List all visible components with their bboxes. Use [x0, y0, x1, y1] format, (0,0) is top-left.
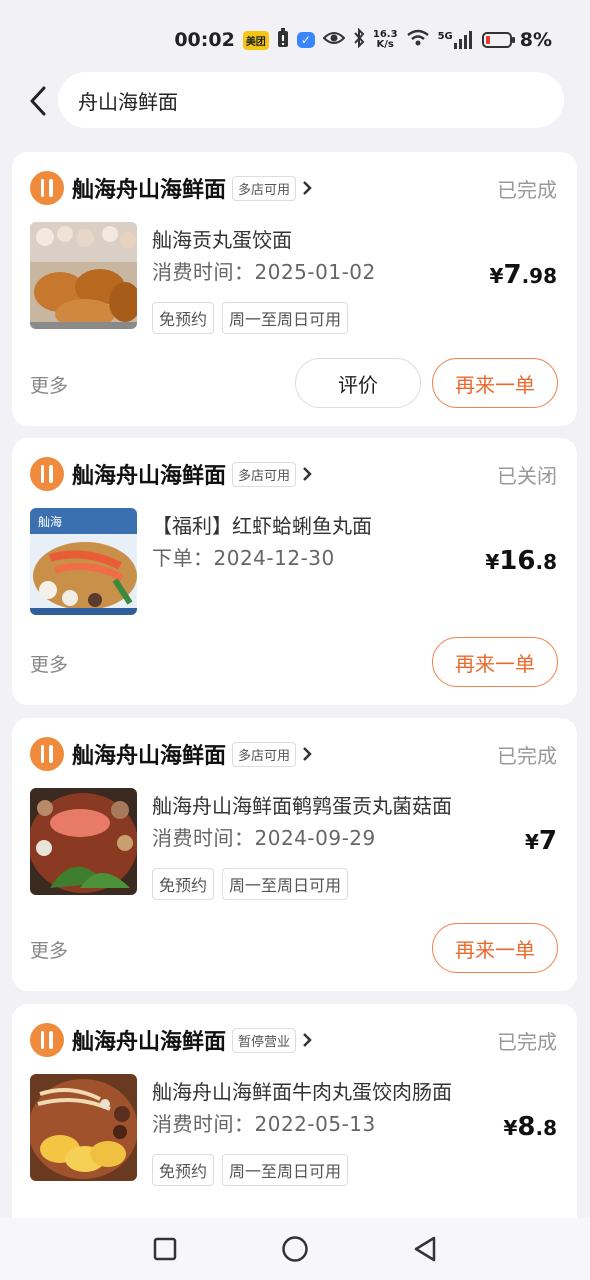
- shop-tag: 暂停营业: [232, 1027, 297, 1053]
- order-card[interactable]: 舢海舟山海鲜面 多店可用 已关闭 舢海 【福利】红虾蛤蜊鱼丸面 下单：2024-…: [12, 438, 577, 705]
- tag: 免预约: [152, 302, 215, 334]
- header: 舟山海鲜面: [0, 72, 590, 130]
- item-title: 【福利】红虾蛤蜊鱼丸面: [152, 514, 372, 538]
- price-currency: ¥: [485, 550, 500, 574]
- tag-list: 免预约 周一至周日可用: [152, 1154, 349, 1186]
- more-button[interactable]: 更多: [30, 650, 68, 677]
- shop-tag: 多店可用: [232, 175, 297, 201]
- bluetooth-icon: [353, 27, 365, 53]
- battery-icon: [481, 32, 515, 48]
- order-status: 已完成: [497, 744, 557, 768]
- square-icon: [153, 1237, 177, 1261]
- shop-name: 舢海舟山海鲜面: [72, 464, 227, 489]
- chevron-right-icon: [302, 180, 314, 196]
- shop-name: 舢海舟山海鲜面: [72, 178, 227, 203]
- app-notification-icon: ✓: [296, 32, 315, 48]
- meituan-app-badge: 美团: [242, 30, 269, 50]
- tag: 免预约: [152, 1154, 215, 1186]
- tag: 免预约: [152, 868, 215, 900]
- clock: 00:02: [174, 29, 235, 51]
- price-integer: 16: [499, 546, 536, 576]
- food-image[interactable]: [30, 788, 137, 895]
- system-back-button[interactable]: [405, 1229, 445, 1269]
- order-date: 消费时间：2024-09-29: [152, 826, 376, 850]
- shop-header[interactable]: 舢海舟山海鲜面 多店可用: [30, 736, 314, 772]
- price-integer: 7: [503, 260, 522, 290]
- order-status: 已关闭: [497, 464, 557, 488]
- cellular-signal-icon: 5G: [438, 31, 474, 49]
- shop-name: 舢海舟山海鲜面: [72, 744, 227, 769]
- order-date: 消费时间：2025-01-02: [152, 260, 376, 284]
- order-date: 下单：2024-12-30: [152, 546, 335, 570]
- home-button[interactable]: [275, 1229, 315, 1269]
- price-integer: 8: [517, 1112, 536, 1142]
- price-decimal: .8: [535, 1116, 557, 1140]
- thumb-logo: 舢海: [38, 514, 62, 529]
- price-decimal: .98: [521, 264, 557, 288]
- price-currency: ¥: [503, 1116, 518, 1140]
- fork-spoon-icon: [30, 457, 64, 491]
- item-title: 舢海舟山海鲜面牛肉丸蛋饺肉肠面: [152, 1080, 452, 1104]
- recent-apps-button[interactable]: [145, 1229, 185, 1269]
- shop-tag: 多店可用: [232, 741, 297, 767]
- shop-tag: 多店可用: [232, 461, 297, 487]
- more-button[interactable]: 更多: [30, 371, 68, 398]
- price: ¥8.8: [503, 1112, 557, 1142]
- price: ¥7: [525, 826, 557, 856]
- price-currency: ¥: [489, 264, 504, 288]
- fork-spoon-icon: [30, 1023, 64, 1057]
- tag: 周一至周日可用: [222, 868, 349, 900]
- more-button[interactable]: 更多: [30, 936, 68, 963]
- network-speed: 16.3 K/s: [373, 30, 398, 50]
- review-button[interactable]: 评价: [295, 358, 421, 408]
- system-nav-bar: [0, 1218, 590, 1280]
- order-card[interactable]: 舢海舟山海鲜面 多店可用 已完成 舢海贡丸蛋饺面 消费时间：2025-01-02…: [12, 152, 577, 426]
- price: ¥7.98: [490, 260, 557, 290]
- reorder-button[interactable]: 再来一单: [432, 637, 558, 687]
- wifi-icon: [406, 29, 430, 52]
- order-status: 已完成: [497, 1030, 557, 1054]
- status-bar: 00:02 美团 ✓ 16.3 K/s 5G 8%: [0, 0, 590, 80]
- shop-header[interactable]: 舢海舟山海鲜面 暂停营业: [30, 1022, 314, 1058]
- chevron-right-icon: [302, 1032, 314, 1048]
- item-title: 舢海贡丸蛋饺面: [152, 228, 292, 252]
- chevron-right-icon: [302, 746, 314, 762]
- triangle-back-icon: [414, 1236, 436, 1262]
- order-date: 消费时间：2022-05-13: [152, 1112, 376, 1136]
- fork-spoon-icon: [30, 171, 64, 205]
- price-currency: ¥: [524, 830, 539, 854]
- order-status: 已完成: [497, 178, 557, 202]
- order-card[interactable]: 舢海舟山海鲜面 多店可用 已完成 舢海舟山海鲜面鹌鹑蛋贡丸菌菇面 消费时间：20…: [12, 718, 577, 991]
- item-title: 舢海舟山海鲜面鹌鹑蛋贡丸菌菇面: [152, 794, 452, 818]
- tag-list: 免预约 周一至周日可用: [152, 868, 349, 900]
- back-button[interactable]: [20, 82, 56, 120]
- shop-header[interactable]: 舢海舟山海鲜面 多店可用: [30, 456, 314, 492]
- network-type: 5G: [437, 31, 453, 42]
- chevron-right-icon: [302, 466, 314, 482]
- net-speed-unit: K/s: [376, 39, 394, 50]
- price: ¥16.8: [485, 546, 557, 576]
- price-integer: 7: [538, 826, 557, 856]
- reorder-button[interactable]: 再来一单: [432, 358, 558, 408]
- battery-alert-icon: [277, 27, 289, 53]
- price-decimal: .8: [535, 550, 557, 574]
- shop-header[interactable]: 舢海舟山海鲜面 多店可用: [30, 170, 314, 206]
- fork-spoon-icon: [30, 737, 64, 771]
- tag-list: 免预约 周一至周日可用: [152, 302, 349, 334]
- circle-icon: [282, 1236, 308, 1262]
- tag: 周一至周日可用: [222, 1154, 349, 1186]
- search-input[interactable]: 舟山海鲜面: [58, 72, 564, 128]
- food-image[interactable]: [30, 1074, 137, 1181]
- battery-percent: 8%: [519, 29, 552, 51]
- chevron-left-icon: [30, 86, 46, 116]
- tag: 周一至周日可用: [222, 302, 349, 334]
- reorder-button[interactable]: 再来一单: [432, 923, 558, 973]
- eye-icon: [322, 29, 346, 51]
- food-image[interactable]: 舢海: [30, 508, 137, 615]
- shop-name: 舢海舟山海鲜面: [72, 1030, 227, 1055]
- food-image[interactable]: [30, 222, 137, 329]
